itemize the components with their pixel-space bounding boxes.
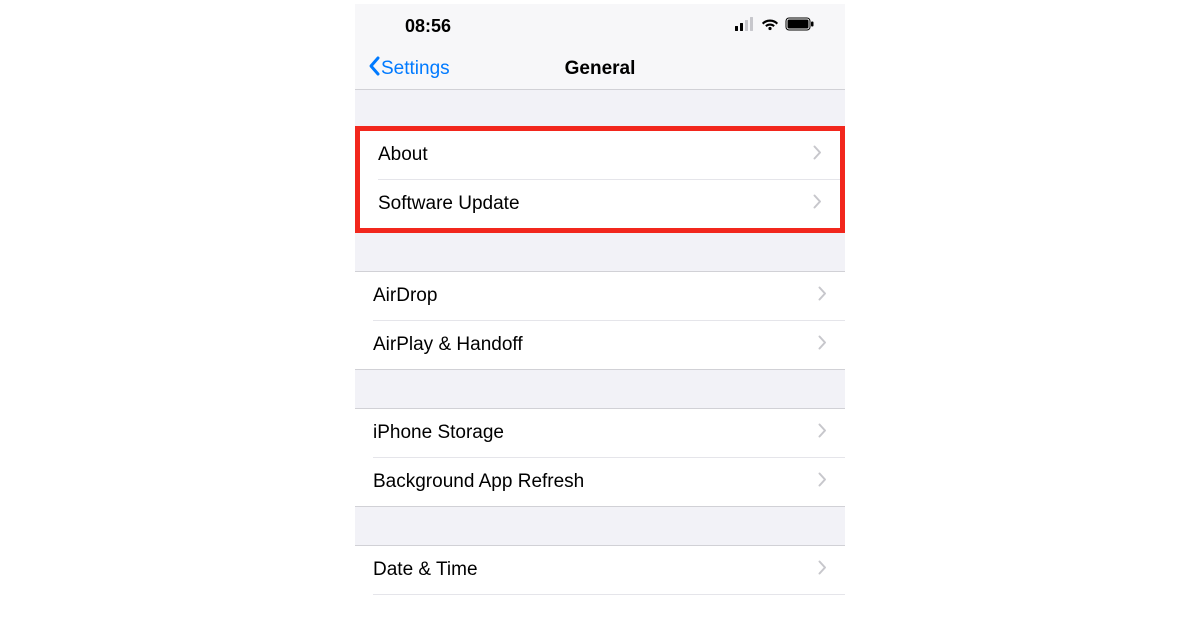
chevron-right-icon: [818, 423, 827, 443]
row-divider: [373, 594, 845, 595]
section-storage: iPhone Storage Background App Refresh: [355, 408, 845, 507]
chevron-left-icon: [367, 55, 381, 83]
row-label: Software Update: [378, 193, 520, 215]
chevron-right-icon: [818, 472, 827, 492]
row-label: Background App Refresh: [373, 471, 584, 493]
section-spacer: [355, 233, 845, 271]
status-bar: 08:56: [355, 4, 845, 48]
row-about[interactable]: About: [360, 131, 840, 179]
phone-frame: 08:56: [355, 4, 845, 595]
row-label: Date & Time: [373, 559, 478, 581]
section-spacer: [355, 507, 845, 545]
row-date-time[interactable]: Date & Time: [355, 546, 845, 594]
row-label: AirDrop: [373, 285, 437, 307]
status-icons: [735, 17, 815, 36]
chevron-right-icon: [813, 145, 822, 165]
back-label: Settings: [381, 58, 450, 80]
row-airplay-handoff[interactable]: AirPlay & Handoff: [355, 321, 845, 369]
battery-icon: [785, 17, 815, 36]
back-button[interactable]: Settings: [367, 55, 450, 83]
chevron-right-icon: [818, 335, 827, 355]
section-airdrop: AirDrop AirPlay & Handoff: [355, 271, 845, 370]
wifi-icon: [761, 17, 779, 36]
chevron-right-icon: [818, 560, 827, 580]
chevron-right-icon: [813, 194, 822, 214]
row-label: iPhone Storage: [373, 422, 504, 444]
section-datetime: Date & Time: [355, 545, 845, 595]
row-background-app-refresh[interactable]: Background App Refresh: [355, 458, 845, 506]
status-time: 08:56: [405, 16, 451, 37]
section-spacer: [355, 370, 845, 408]
row-iphone-storage[interactable]: iPhone Storage: [355, 409, 845, 457]
chevron-right-icon: [818, 286, 827, 306]
row-label: AirPlay & Handoff: [373, 334, 523, 356]
row-label: About: [378, 144, 428, 166]
row-software-update[interactable]: Software Update: [360, 180, 840, 228]
section-spacer: [355, 90, 845, 126]
cellular-signal-icon: [735, 17, 755, 36]
section-highlighted: About Software Update: [355, 126, 845, 233]
nav-bar: Settings General: [355, 48, 845, 90]
row-airdrop[interactable]: AirDrop: [355, 272, 845, 320]
page-title: General: [565, 58, 636, 80]
